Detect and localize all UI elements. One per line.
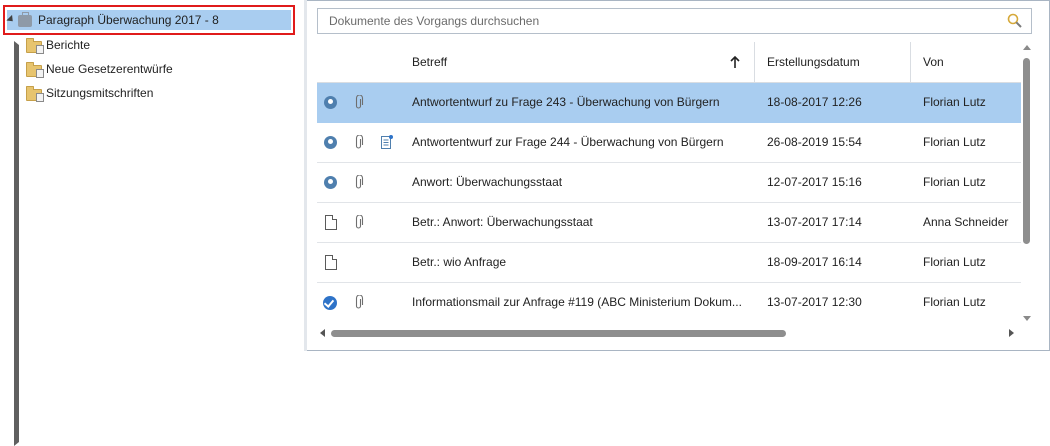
search-box[interactable] [317,8,1032,34]
table-row[interactable]: Informationsmail zur Anfrage #119 (ABC M… [317,283,1021,322]
table-row[interactable]: Anwort: Überwachungsstaat 12-07-2017 15:1… [317,163,1021,203]
date-cell: 12-07-2017 15:16 [767,175,862,189]
horizontal-scrollbar[interactable] [317,326,1021,340]
search-icon[interactable] [1007,13,1023,29]
sort-ascending-icon[interactable] [729,55,741,69]
folder-icon [26,62,44,78]
from-cell: Florian Lutz [923,95,986,109]
scroll-down-icon[interactable] [1023,316,1031,321]
tree-root-node[interactable]: Paragraph Überwachung 2017 - 8 [3,5,295,35]
table-row[interactable]: Antwortentwurf zu Frage 243 - Überwachun… [317,83,1021,123]
horizontal-scroll-thumb[interactable] [331,330,786,337]
documents-table: Betreff Erstellungsdatum Von Antwortentw… [317,42,1021,322]
record-badge-icon [324,176,337,189]
column-divider[interactable] [910,42,911,82]
completed-check-icon [323,296,337,310]
subject-cell: Informationsmail zur Anfrage #119 (ABC M… [412,295,742,309]
table-row[interactable]: Antwortentwurf zur Frage 244 - Überwachu… [317,123,1021,163]
tree-item-label: Neue Gesetzerentwürfe [46,62,173,76]
document-icon [325,255,337,270]
column-header-from[interactable]: Von [923,42,944,82]
subject-cell: Betr.: wio Anfrage [412,255,507,269]
table-row[interactable]: Betr.: wio Anfrage 18-09-2017 16:14 Floria… [317,243,1021,283]
paperclip-icon [355,95,364,109]
date-cell: 26-08-2019 15:54 [767,135,862,149]
vertical-scroll-thumb[interactable] [1023,58,1030,244]
tree-item-label: Berichte [46,38,91,52]
scroll-left-icon[interactable] [320,329,325,337]
column-header-date[interactable]: Erstellungsdatum [767,42,860,82]
from-cell: Anna Schneider [923,215,1009,229]
column-header-subject[interactable]: Betreff [412,42,447,82]
record-badge-icon [324,96,337,109]
folder-icon [26,86,44,102]
search-input[interactable] [318,9,1009,33]
vertical-scrollbar[interactable] [1020,42,1034,327]
subject-cell: Betr.: Anwort: Überwachungsstaat [412,215,593,229]
date-cell: 18-09-2017 16:14 [767,255,862,269]
tree-item-label: Sitzungsmitschriften [46,86,154,100]
document-icon [325,215,337,230]
table-header: Betreff Erstellungsdatum Von [317,42,1021,83]
paperclip-icon [355,135,364,149]
tree-root-label: Paragraph Überwachung 2017 - 8 [38,13,219,27]
column-divider[interactable] [754,42,755,82]
record-badge-icon [324,136,337,149]
from-cell: Florian Lutz [923,295,986,309]
table-row[interactable]: Betr.: Anwort: Überwachungsstaat 13-07-20… [317,203,1021,243]
paperclip-icon [355,175,364,189]
folder-tree-pane: Paragraph Überwachung 2017 - 8 Berichte … [0,0,304,446]
scroll-up-icon[interactable] [1023,45,1031,50]
paperclip-icon [355,215,364,229]
folder-icon [26,38,44,54]
date-cell: 13-07-2017 12:30 [767,295,862,309]
paperclip-icon [355,295,364,309]
note-icon [381,135,393,149]
subject-cell: Antwortentwurf zu Frage 243 - Überwachun… [412,95,720,109]
date-cell: 18-08-2017 12:26 [767,95,862,109]
from-cell: Florian Lutz [923,255,986,269]
from-cell: Florian Lutz [923,135,986,149]
subject-cell: Anwort: Überwachungsstaat [412,175,563,189]
subject-cell: Antwortentwurf zur Frage 244 - Überwachu… [412,135,724,149]
documents-pane: Betreff Erstellungsdatum Von Antwortentw… [307,0,1048,349]
from-cell: Florian Lutz [923,175,986,189]
scroll-right-icon[interactable] [1009,329,1014,337]
date-cell: 13-07-2017 17:14 [767,215,862,229]
case-file-icon [18,12,32,27]
